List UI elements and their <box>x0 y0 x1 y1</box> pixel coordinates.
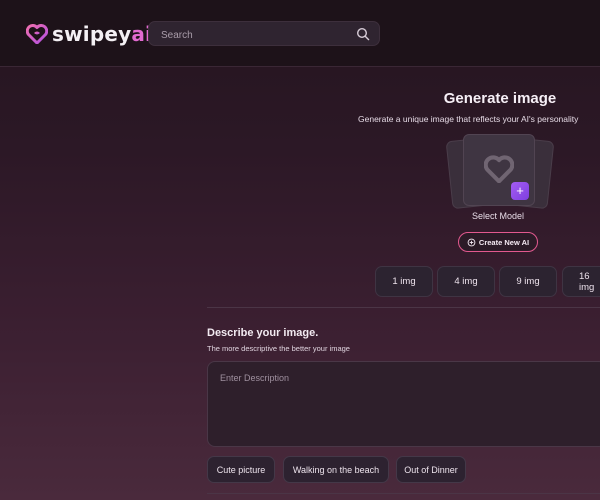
heart-logo-icon <box>26 24 48 44</box>
section-divider <box>207 307 600 308</box>
image-count-16[interactable]: 16 img <box>562 266 600 297</box>
brand-name: swipeyai <box>52 22 153 46</box>
brand-logo[interactable]: swipeyai <box>26 22 152 46</box>
page-subtitle: Generate a unique image that reflects yo… <box>358 114 579 124</box>
select-model-label: Select Model <box>471 211 525 221</box>
suggestion-chip[interactable]: Out of Dinner <box>396 456 466 483</box>
add-model-button[interactable]: + <box>511 182 529 200</box>
page-title: Generate image <box>443 90 557 107</box>
image-count-9[interactable]: 9 img <box>499 266 557 297</box>
search-icon[interactable] <box>356 27 370 41</box>
suggestion-chip[interactable]: Cute picture <box>207 456 275 483</box>
model-placeholder-icon <box>484 155 514 183</box>
create-new-ai-button[interactable]: Create New AI <box>458 232 538 252</box>
search-box[interactable] <box>148 21 380 46</box>
suggestion-chip[interactable]: Walking on the beach <box>283 456 389 483</box>
image-count-4[interactable]: 4 img <box>437 266 495 297</box>
bottom-divider <box>207 493 600 494</box>
add-circle-icon <box>467 238 476 246</box>
create-new-ai-label: Create New AI <box>478 237 530 247</box>
top-bar: swipeyai <box>0 0 600 67</box>
model-selector[interactable]: + <box>445 134 555 210</box>
description-input[interactable] <box>218 371 592 441</box>
description-box[interactable] <box>207 361 600 447</box>
image-count-1[interactable]: 1 img <box>375 266 433 297</box>
describe-subtitle: The more descriptive the better your ima… <box>207 344 350 353</box>
search-input[interactable] <box>159 26 353 44</box>
describe-title: Describe your image. <box>207 327 319 339</box>
